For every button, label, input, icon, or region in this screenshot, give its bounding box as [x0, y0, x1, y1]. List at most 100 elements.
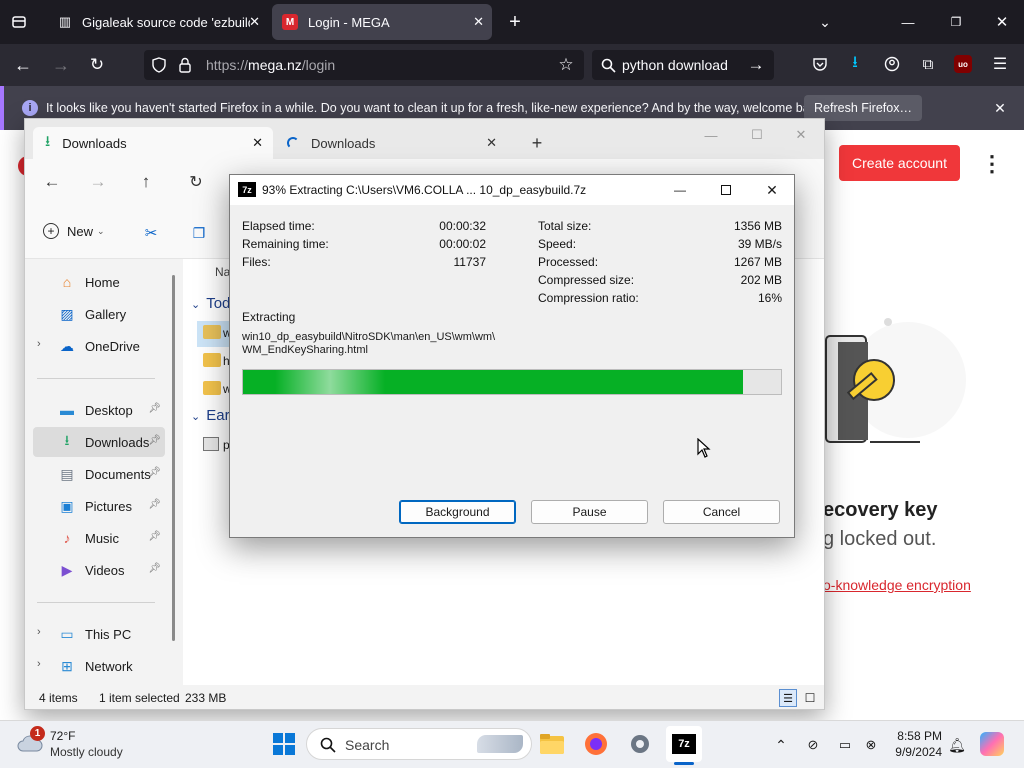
notification-badge: 1	[30, 726, 45, 741]
search-query-text[interactable]: python download	[622, 57, 728, 73]
network-off-icon[interactable]: ⊘	[804, 736, 822, 754]
more-options-icon[interactable]: ⋮	[981, 150, 1003, 178]
nav-item-music[interactable]: ♪ Music 📌︎	[33, 523, 165, 553]
shield-icon[interactable]	[150, 56, 168, 74]
url-text[interactable]: https://mega.nz/login	[206, 57, 335, 73]
list-all-tabs-icon[interactable]	[8, 12, 30, 32]
chevron-right-icon[interactable]: ›	[37, 626, 41, 638]
nav-item-onedrive[interactable]: › ☁ OneDrive	[33, 331, 165, 361]
weather-desc[interactable]: Mostly cloudy	[50, 745, 123, 759]
nav-item-this-pc[interactable]: › ▭ This PC	[33, 619, 165, 649]
browser-tab-mega-login[interactable]: M Login - MEGA ✕	[272, 4, 492, 40]
pocket-icon[interactable]	[810, 54, 830, 74]
new-tab-icon[interactable]: +	[527, 133, 547, 153]
display-icon[interactable]: ▭	[836, 736, 854, 754]
new-button[interactable]: + New ⌄	[43, 223, 105, 239]
close-notification-icon[interactable]: ✕	[990, 98, 1010, 118]
firefox-taskbar-icon[interactable]	[578, 726, 614, 762]
clock-date[interactable]: 9/9/2024	[888, 745, 942, 759]
up-icon[interactable]: ↑	[135, 171, 157, 193]
minimize-icon[interactable]: —	[701, 125, 721, 145]
chevron-up-icon[interactable]: ⌃	[772, 736, 790, 754]
chevron-down-icon[interactable]: ⌄	[814, 12, 836, 32]
close-window-icon[interactable]: ✕	[791, 125, 811, 145]
maximize-icon[interactable]: ☐	[747, 125, 767, 145]
group-today[interactable]: ⌄ Tod	[191, 295, 230, 312]
nav-item-desktop[interactable]: ▬ Desktop 📌︎	[33, 395, 165, 425]
create-account-button[interactable]: Create account	[839, 145, 960, 181]
file-explorer-taskbar-icon[interactable]	[534, 726, 570, 762]
start-button[interactable]	[272, 732, 296, 756]
music-icon: ♪	[63, 530, 71, 546]
lock-icon[interactable]	[176, 56, 194, 74]
close-icon[interactable]: ✕	[762, 180, 782, 200]
ublock-icon[interactable]: uo	[954, 55, 972, 73]
weather-temp[interactable]: 72°F	[50, 729, 75, 743]
account-icon[interactable]	[882, 54, 902, 74]
downloads-icon[interactable]: ⭳	[845, 54, 865, 74]
chevron-right-icon[interactable]: ›	[37, 658, 41, 670]
nav-item-pictures[interactable]: ▣ Pictures 📌︎	[33, 491, 165, 521]
nav-item-downloads[interactable]: ⭳ Downloads 📌︎	[33, 427, 165, 457]
settings-taskbar-icon[interactable]	[622, 726, 658, 762]
bookmark-star-icon[interactable]: ☆	[556, 55, 576, 75]
tiles-view-icon[interactable]: ☐	[801, 689, 819, 707]
app-menu-icon[interactable]: ☰	[990, 54, 1010, 74]
copilot-icon[interactable]	[980, 732, 1004, 756]
forward-icon[interactable]: →	[87, 171, 109, 193]
back-icon[interactable]: ←	[12, 54, 34, 76]
search-bar[interactable]: python download →	[592, 50, 774, 80]
explorer-tab-downloads[interactable]: Downloads ✕	[275, 127, 507, 159]
firefox-tab-strip: ▥ Gigaleak source code 'ezbuild' · ✕ M L…	[0, 0, 1024, 44]
details-view-icon[interactable]: ☰	[779, 689, 797, 707]
cancel-button[interactable]: Cancel	[663, 500, 780, 524]
progress-glow	[275, 370, 385, 394]
7zip-taskbar-icon[interactable]: 7z	[666, 726, 702, 762]
stat-value: 1267 MB	[733, 255, 782, 269]
go-arrow-icon[interactable]: →	[746, 55, 766, 75]
nav-scrollbar[interactable]	[172, 275, 175, 641]
maximize-icon[interactable]	[716, 180, 736, 200]
close-tab-icon[interactable]: ✕	[252, 135, 263, 151]
desktop-icon: ▬	[60, 402, 74, 418]
close-window-icon[interactable]: ✕	[990, 12, 1014, 32]
reload-icon[interactable]: ↻	[86, 54, 108, 76]
minimize-icon[interactable]: —	[896, 12, 920, 32]
url-bar[interactable]: https://mega.nz/login ☆	[144, 50, 584, 80]
nav-item-network[interactable]: › ⊞ Network	[33, 651, 165, 681]
background-button[interactable]: Background	[399, 500, 516, 524]
chevron-right-icon[interactable]: ›	[37, 338, 41, 350]
pause-button[interactable]: Pause	[531, 500, 648, 524]
nav-item-home[interactable]: ⌂ Home	[33, 267, 165, 297]
nav-item-videos[interactable]: ▶ Videos 📌︎	[33, 555, 165, 585]
clock-time[interactable]: 8:58 PM	[892, 729, 942, 743]
close-tab-icon[interactable]: ✕	[473, 14, 484, 30]
plus-circle-icon: +	[43, 223, 59, 239]
taskbar-search-box[interactable]: Search	[306, 728, 532, 760]
group-earlier[interactable]: ⌄ Earl	[191, 407, 233, 424]
restore-icon[interactable]: ❐	[944, 12, 968, 32]
back-icon[interactable]: ←	[41, 171, 63, 193]
connectivity-icon[interactable]: ⊗	[862, 736, 880, 754]
cut-icon[interactable]: ✂	[141, 223, 161, 243]
browser-tab-title: Gigaleak source code 'ezbuild' ·	[82, 14, 250, 30]
nav-item-gallery[interactable]: ▨ Gallery	[33, 299, 165, 329]
nav-item-documents[interactable]: ▤ Documents 📌︎	[33, 459, 165, 489]
close-tab-icon[interactable]: ✕	[486, 135, 497, 151]
extensions-icon[interactable]: ⧉	[918, 54, 938, 74]
loading-icon	[287, 137, 299, 149]
explorer-tab-downloads-active[interactable]: ⭳ Downloads ✕	[33, 127, 273, 159]
refresh-icon[interactable]: ↻	[185, 171, 207, 193]
browser-tab-gigaleak[interactable]: ▥ Gigaleak source code 'ezbuild' · ✕	[46, 4, 268, 40]
copy-icon[interactable]: ❐	[189, 223, 209, 243]
url-scheme: https://	[206, 57, 249, 73]
nav-item-label: Desktop	[85, 402, 133, 418]
new-tab-icon[interactable]: +	[504, 10, 526, 34]
minimize-icon[interactable]: —	[670, 180, 690, 200]
encryption-link[interactable]: o-knowledge encryption	[823, 577, 971, 593]
close-tab-icon[interactable]: ✕	[249, 14, 260, 30]
forward-icon[interactable]: →	[50, 54, 72, 76]
stat-label: Processed:	[538, 255, 599, 269]
active-app-indicator	[674, 762, 694, 765]
bell-icon[interactable]: 🔔︎	[948, 736, 966, 754]
